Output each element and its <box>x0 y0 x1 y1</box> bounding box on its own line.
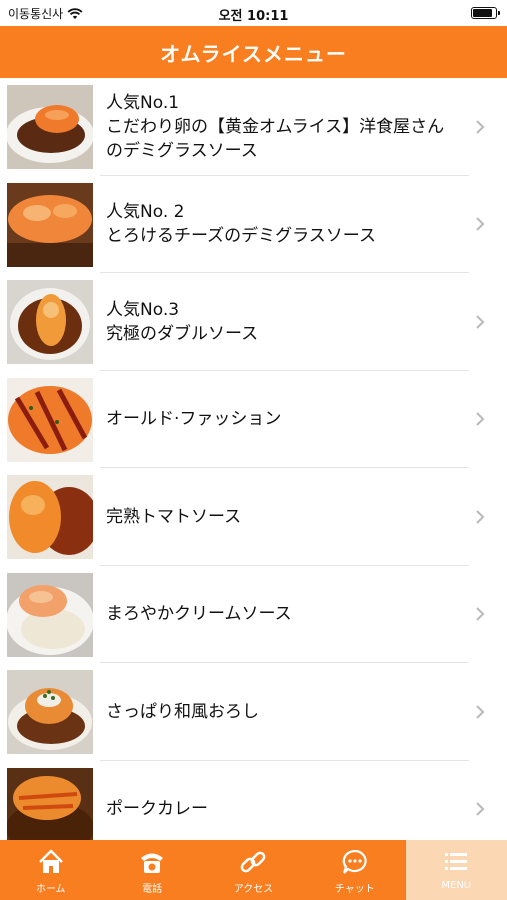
tab-label: アクセス <box>233 884 274 895</box>
tab-chat[interactable]: チャット <box>304 840 405 900</box>
menu-item-4[interactable]: オールド·ファッション <box>0 371 507 469</box>
menu-item-5[interactable]: 完熟トマトソース <box>0 468 507 566</box>
menu-item-7[interactable]: さっぱり和風おろし <box>0 663 507 761</box>
omurice-photo <box>7 572 93 657</box>
page-title: オムライスメニュー <box>160 41 347 66</box>
item-name-cont: のデミグラスソース <box>106 140 258 161</box>
home-icon <box>38 849 63 873</box>
chevron-right-icon <box>476 510 485 524</box>
battery-icon <box>471 7 500 19</box>
item-rank: 人気No.1 <box>106 92 180 113</box>
item-rank: 人気No.3 <box>106 299 180 320</box>
menu-item-2[interactable]: 人気No. 2 とろけるチーズのデミグラスソース <box>0 176 507 274</box>
menu-item-6[interactable]: まろやかクリームソース <box>0 566 507 664</box>
tab-access[interactable]: アクセス <box>203 840 304 900</box>
chevron-right-icon <box>476 607 485 621</box>
item-name: 完熟トマトソース <box>106 506 242 527</box>
omurice-photo <box>7 280 93 364</box>
omurice-photo <box>7 85 93 169</box>
item-name: とろけるチーズのデミグラスソース <box>106 226 376 247</box>
tab-home[interactable]: ホーム <box>0 840 101 900</box>
chevron-right-icon <box>476 412 485 426</box>
chevron-right-icon <box>476 705 485 719</box>
menu-icon <box>445 853 468 870</box>
item-name: こだわり卵の【黄金オムライス】洋食屋さん <box>106 116 445 137</box>
item-name: 究極のダブルソース <box>106 323 259 344</box>
tab-bar: ホーム 電話 アクセス チャット MENU <box>0 840 507 900</box>
tab-label: 電話 <box>142 884 163 895</box>
status-bar: 이동통신사 오전 10:11 <box>0 0 507 26</box>
menu-item-3[interactable]: 人気No.3 究極のダブルソース <box>0 273 507 371</box>
menu-list: 人気No.1 こだわり卵の【黄金オムライス】洋食屋さん のデミグラスソース 人気… <box>0 78 507 840</box>
tab-label: MENU <box>441 880 472 891</box>
omurice-photo <box>7 377 93 462</box>
item-rank: 人気No. 2 <box>106 202 185 223</box>
omurice-photo <box>7 475 93 559</box>
chevron-right-icon <box>476 315 485 329</box>
menu-item-1[interactable]: 人気No.1 こだわり卵の【黄金オムライス】洋食屋さん のデミグラスソース <box>0 78 507 176</box>
menu-item-8[interactable]: ポークカレー <box>0 761 507 840</box>
link-icon <box>241 851 266 873</box>
chevron-right-icon <box>476 217 485 231</box>
omurice-photo <box>7 767 93 840</box>
tab-label: チャット <box>334 884 375 895</box>
omurice-photo <box>7 670 93 754</box>
item-name: オールド·ファッション <box>106 409 282 430</box>
tab-phone[interactable]: 電話 <box>101 840 202 900</box>
tab-menu[interactable]: MENU <box>405 840 507 900</box>
chevron-right-icon <box>476 802 485 816</box>
phone-icon <box>141 853 164 873</box>
item-name: さっぱり和風おろし <box>106 701 259 722</box>
omurice-photo <box>7 182 93 267</box>
chat-icon <box>342 849 367 874</box>
chevron-right-icon <box>476 120 485 134</box>
app-header: オムライスメニュー <box>0 26 507 78</box>
item-name: まろやかクリームソース <box>106 604 292 625</box>
tab-label: ホーム <box>35 884 66 895</box>
item-name: ポークカレー <box>106 799 208 820</box>
status-time: 오전 10:11 <box>218 9 289 24</box>
